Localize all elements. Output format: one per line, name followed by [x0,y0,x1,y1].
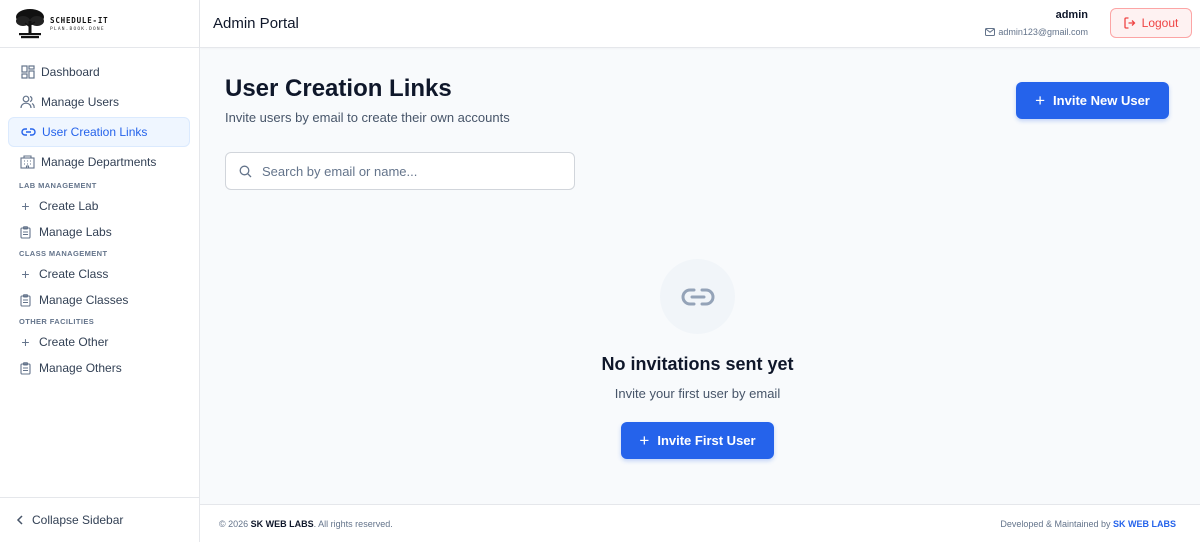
logout-icon [1123,17,1136,29]
copyright-rights: . All rights reserved. [313,519,393,529]
search-icon [239,165,252,178]
collapse-sidebar-button[interactable]: Collapse Sidebar [0,497,199,542]
sidebar-item-manage-classes[interactable]: Manage Classes [8,287,190,313]
top-header: Admin Portal admin admin123@gmail.com Lo… [200,0,1200,48]
clipboard-icon [18,225,33,240]
empty-state-illustration [660,259,735,334]
empty-state-subtitle: Invite your first user by email [614,386,781,401]
user-email-row: admin123@gmail.com [985,27,1088,37]
invite-new-user-label: Invite New User [1053,93,1150,108]
section-label-other-facilities: OTHER FACILITIES [19,316,95,326]
sidebar-item-manage-users[interactable]: Manage Users [8,87,190,117]
user-email: admin123@gmail.com [998,27,1088,37]
user-name: admin [1055,9,1088,21]
sidebar-item-create-class[interactable]: + Create Class [8,261,190,287]
building-icon [20,155,35,170]
user-info: admin admin123@gmail.com [985,9,1088,37]
sidebar-item-label: Create Lab [39,199,99,213]
brand-name: SCHEDULE-IT [50,15,109,25]
main-content: User Creation Links Invite users by emai… [200,49,1200,504]
sidebar-item-manage-labs[interactable]: Manage Labs [8,219,190,245]
sidebar-item-manage-departments[interactable]: Manage Departments [8,147,190,177]
credit-prefix: Developed & Maintained by [1000,519,1111,529]
copyright-prefix: © 2026 [219,519,249,529]
sidebar-item-dashboard[interactable]: Dashboard [8,57,190,87]
clipboard-icon [18,361,33,376]
plus-icon: + [21,198,30,214]
plus-icon: + [21,334,30,350]
brand-tagline: PLAN.BOOK.DONE [50,26,105,32]
credit-company-link[interactable]: SK WEB LABS [1113,519,1176,529]
clipboard-icon [18,293,33,308]
section-label-lab-management: LAB MANAGEMENT [19,180,97,190]
footer: © 2026 SK WEB LABS. All rights reserved.… [200,504,1200,542]
sidebar-item-label: User Creation Links [42,125,148,139]
plus-icon: + [1035,91,1046,110]
search-box [225,152,575,190]
footer-credit: Developed & Maintained by SK WEB LABS [1000,519,1176,529]
sidebar: SCHEDULE-IT PLAN.BOOK.DONE Dashboard Man… [0,0,200,542]
logout-button[interactable]: Logout [1110,8,1192,38]
sidebar-item-label: Manage Others [39,361,122,375]
dashboard-icon [20,65,35,80]
sidebar-item-label: Dashboard [41,65,100,79]
invite-first-user-label: Invite First User [657,433,756,448]
sidebar-item-label: Manage Departments [41,155,157,169]
sidebar-item-create-other[interactable]: + Create Other [8,329,190,355]
page-title: User Creation Links [225,75,452,102]
sidebar-item-label: Create Other [39,335,109,349]
page-header-title: Admin Portal [213,15,299,32]
sidebar-item-label: Manage Users [41,95,120,109]
sidebar-item-create-lab[interactable]: + Create Lab [8,193,190,219]
sidebar-nav: Dashboard Manage Users User Creation Lin… [0,48,199,381]
sidebar-item-user-creation-links[interactable]: User Creation Links [8,117,190,147]
plus-icon: + [639,431,650,450]
empty-state-title: No invitations sent yet [601,354,794,374]
link-icon [21,125,36,140]
sidebar-item-label: Manage Classes [39,293,129,307]
plus-icon: + [21,266,30,282]
users-icon [20,95,35,110]
search-input[interactable] [262,163,552,179]
mail-icon [985,28,996,36]
logout-label: Logout [1141,16,1179,30]
invite-first-user-button[interactable]: + Invite First User [621,422,774,459]
tree-logo-icon [16,8,44,38]
brand-logo[interactable]: SCHEDULE-IT PLAN.BOOK.DONE [0,0,199,48]
page-subtitle: Invite users by email to create their ow… [225,110,510,125]
sidebar-item-label: Create Class [39,267,109,281]
section-label-class-management: CLASS MANAGEMENT [19,248,108,258]
invite-new-user-button[interactable]: + Invite New User [1016,82,1169,119]
chevron-left-icon [16,515,24,525]
link-icon [681,288,714,305]
footer-company: SK WEB LABS [250,519,314,529]
collapse-sidebar-label: Collapse Sidebar [32,513,124,527]
footer-copyright: © 2026 SK WEB LABS. All rights reserved. [219,519,393,529]
sidebar-item-label: Manage Labs [39,225,112,239]
sidebar-item-manage-others[interactable]: Manage Others [8,355,190,381]
